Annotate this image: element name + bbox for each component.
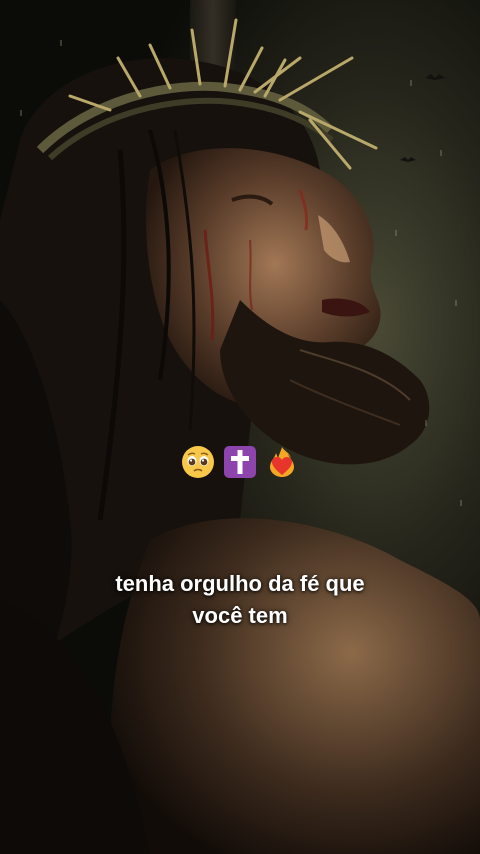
heart-on-fire-emoji-icon	[270, 447, 294, 477]
caption-line-1: tenha orgulho da fé que	[115, 571, 365, 596]
latin-cross-emoji-icon	[224, 446, 256, 478]
video-frame: tenha orgulho da fé que você tem	[0, 0, 480, 854]
emoji-row	[0, 444, 480, 480]
pleading-face-emoji-icon	[182, 446, 214, 478]
painting-background	[0, 0, 480, 854]
caption-line-2: você tem	[192, 603, 288, 628]
caption-text: tenha orgulho da fé que você tem	[60, 568, 420, 632]
